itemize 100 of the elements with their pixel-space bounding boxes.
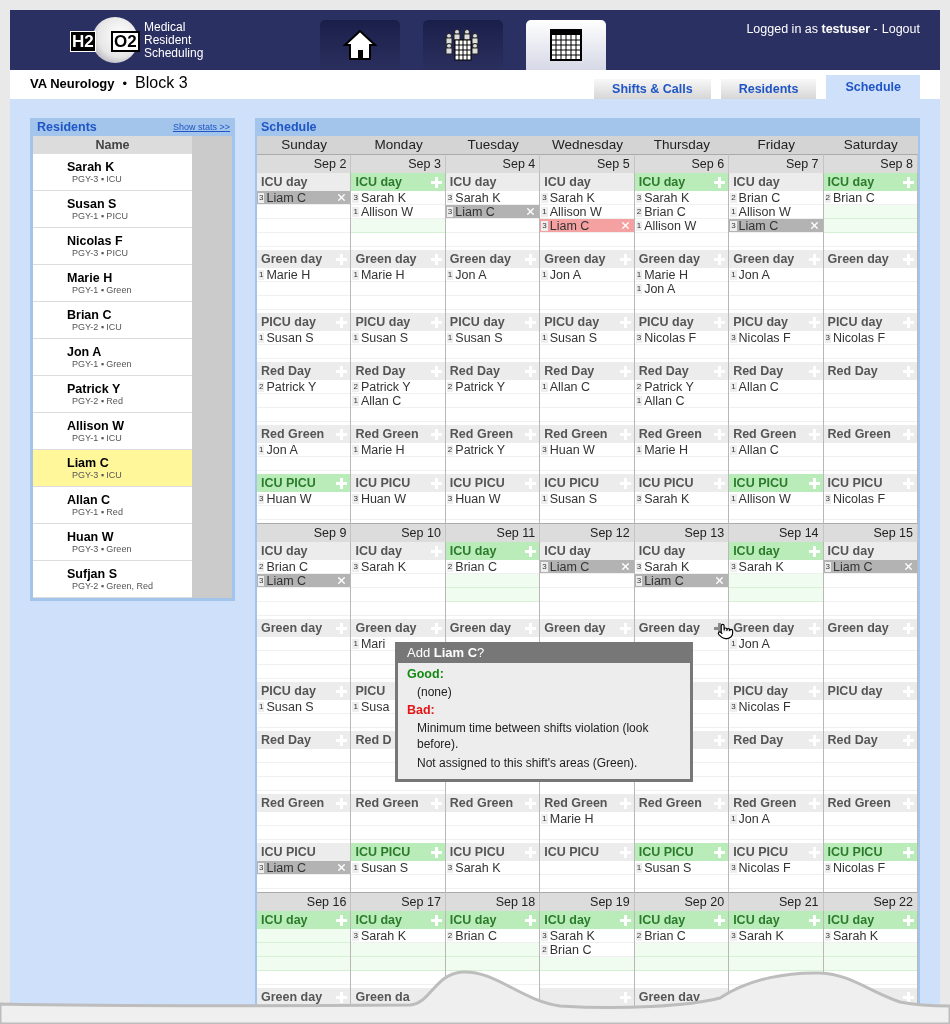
pgy-level: 3 [730, 862, 737, 873]
shift-name: ICU PICU [261, 476, 316, 490]
shift-name: ICU PICU [544, 476, 600, 490]
pgy-level: 3 [352, 192, 359, 203]
pgy-level: 3 [258, 575, 265, 586]
shift-name: PICU day [638, 315, 694, 329]
pgy-level: 3 [635, 575, 643, 586]
pgy-level: 1 [352, 395, 359, 406]
resident-name: Liam C [549, 559, 590, 574]
pgy-level: 1 [541, 381, 548, 392]
resident-name: Jon A [455, 267, 487, 282]
resident-name: Brian C [644, 204, 686, 219]
pgy-level: 3 [446, 862, 454, 873]
shift-name: ICU PICU [355, 845, 411, 859]
pgy-level: 1 [352, 332, 359, 343]
shift-name: PICU day [733, 315, 789, 329]
pgy-level: 3 [730, 930, 737, 941]
logo-text: O2 [111, 31, 140, 52]
shift-name: Red Day [733, 364, 784, 378]
date-cell: Sep 6 [634, 154, 730, 173]
pgy-level: 1 [541, 206, 548, 217]
shift-name: ICU day [544, 913, 591, 927]
pgy-level: 1 [730, 269, 737, 280]
pgy-level: 1 [541, 813, 548, 824]
resident-name: Liam C [455, 204, 495, 219]
shift-name: ICU day [638, 175, 686, 189]
pgy-level: 1 [635, 269, 643, 280]
shift-name: PICU day [355, 315, 411, 329]
shift-name: Red Green [261, 427, 325, 441]
shift-name: Green day [261, 252, 323, 266]
pgy-level: 1 [541, 332, 548, 343]
resident-name: Sarah K [644, 491, 690, 506]
pgy-level: 1 [352, 206, 359, 217]
resident-details: PGY-2 ▪ ICU [71, 322, 123, 332]
resident-name: Marie H [360, 267, 405, 282]
resident-details: PGY-2 ▪ Green, Red [71, 581, 154, 591]
shift-name: ICU PICU [449, 845, 505, 859]
resident-details: PGY-1 ▪ PICU [71, 211, 129, 221]
resident-name: Sarah K [738, 928, 784, 943]
shift-name: Red Day [355, 364, 406, 378]
resident-name: Huan W [266, 491, 312, 506]
resident-name: Susan S [360, 330, 409, 345]
date-cell: Sep 18 [445, 892, 541, 911]
pgy-level: 1 [730, 206, 737, 217]
resident-name: Liam C [266, 860, 307, 875]
block-name: Block 3 [135, 73, 188, 92]
column-header: Name [33, 136, 192, 154]
pgy-level: 1 [446, 269, 454, 280]
resident-name: Patrick Y [67, 382, 122, 396]
date-cell: Sep 11 [445, 523, 541, 542]
pgy-level: 3 [730, 332, 737, 343]
resident-name: Jon A [738, 267, 770, 282]
resident-name: Sarah K [67, 160, 116, 174]
good-item: (none) [416, 684, 453, 700]
resident-name: Allan C [644, 393, 685, 408]
resident-name: Susan S [549, 491, 597, 506]
pgy-level: 3 [824, 493, 831, 504]
resident-name: Susan S [455, 330, 503, 345]
resident-name: Sarah K [644, 190, 690, 205]
weekday-header: Wednesday [540, 136, 635, 154]
pgy-level: 1 [730, 444, 737, 455]
shift-name: Red Green [355, 427, 419, 441]
shift-name: ICU day [733, 913, 780, 927]
shift-name: Green da [355, 990, 410, 1004]
resident-details: PGY-1 ▪ Green [71, 285, 133, 295]
pgy-level: 1 [730, 638, 737, 649]
shift-name: Green day [827, 252, 889, 266]
resident-name: Brian C [455, 559, 497, 574]
resident-name: Patrick Y [644, 379, 694, 394]
pgy-level: 2 [446, 381, 454, 392]
shift-name: ICU day [355, 913, 402, 927]
resident-name: Allison W [67, 419, 125, 433]
pgy-level: 2 [541, 944, 548, 955]
pgy-level: 1 [258, 269, 265, 280]
pgy-level: 2 [824, 192, 831, 203]
resident-name: Marie H [644, 442, 688, 457]
shift-name: Red Green [638, 796, 702, 810]
panel-title: Schedule [261, 120, 317, 134]
shift-name: ICU PICU [827, 845, 883, 859]
weekday-header: Monday [351, 136, 446, 154]
resident-name: Jon A [738, 636, 770, 651]
pgy-level: 1 [352, 701, 359, 712]
shift-name: Green day [733, 252, 795, 266]
login-status: Logged in as testuser - [746, 22, 878, 36]
shift-name: Green day [544, 621, 606, 635]
pgy-level: 3 [541, 444, 548, 455]
resident-name: Patrick Y [266, 379, 317, 394]
resident-name: Marie H [360, 442, 405, 457]
resident-name: Marie H [644, 267, 688, 282]
shift-name: PICU day [733, 684, 789, 698]
pgy-level: 1 [635, 444, 643, 455]
pgy-level: 2 [635, 381, 643, 392]
pgy-level: 2 [635, 930, 643, 941]
resident-details: PGY-1 ▪ ICU [71, 433, 123, 443]
shift-name: ICU PICU [544, 845, 600, 859]
date-cell: Sep 5 [540, 154, 635, 173]
shift-name: Green day [638, 252, 700, 266]
resident-name: Allan C [738, 379, 779, 394]
separator-dot: • [122, 75, 128, 91]
resident-name: Marie H [266, 267, 311, 282]
